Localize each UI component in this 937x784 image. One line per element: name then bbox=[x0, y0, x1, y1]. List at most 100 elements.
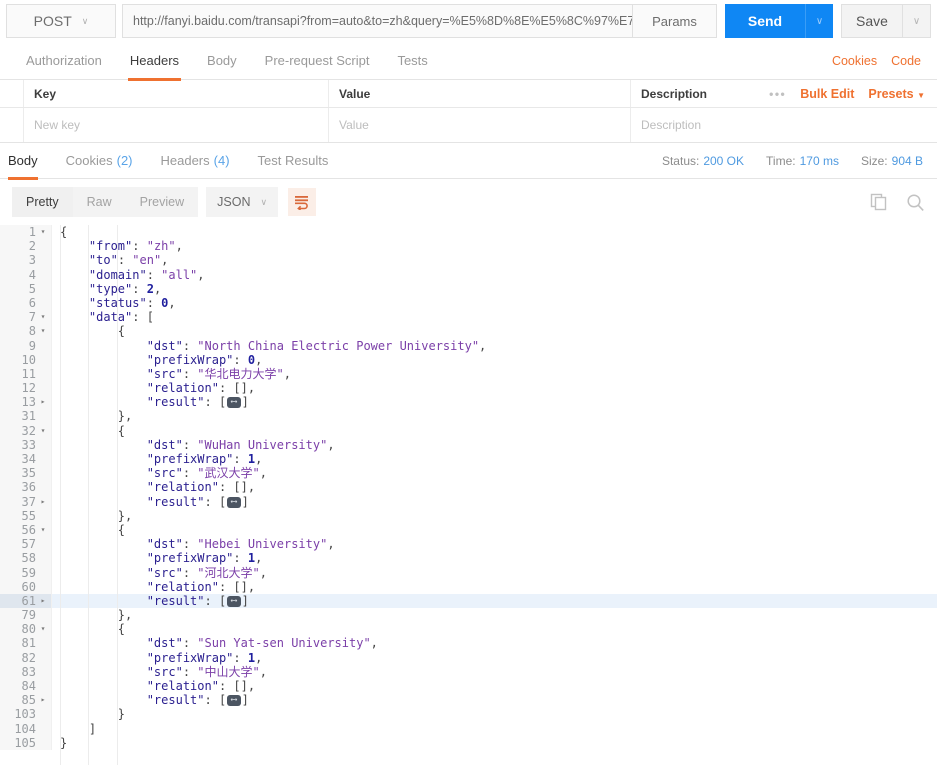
code-token: ] bbox=[241, 593, 249, 608]
code-line: 31 }, bbox=[0, 409, 937, 424]
view-mode-preview[interactable]: Preview bbox=[126, 187, 198, 217]
tab-pre-request-script[interactable]: Pre-request Script bbox=[251, 42, 384, 80]
fold-open-icon[interactable]: ▾ bbox=[39, 622, 47, 636]
code-token: : bbox=[182, 366, 198, 381]
line-number-gutter: 12 bbox=[0, 381, 52, 396]
tab-authorization[interactable]: Authorization bbox=[12, 42, 116, 80]
code-token: "to" bbox=[88, 253, 118, 268]
view-mode-raw[interactable]: Raw bbox=[73, 187, 126, 217]
fold-closed-icon[interactable]: ▸ bbox=[39, 693, 47, 707]
line-number: 58 bbox=[21, 551, 36, 566]
http-method-selector[interactable]: POST ∨ bbox=[6, 4, 116, 38]
code-line-text: } bbox=[52, 736, 937, 750]
save-options-chevron-icon[interactable]: ∨ bbox=[903, 4, 931, 38]
response-tab-body[interactable]: Body bbox=[0, 143, 52, 180]
code-token: 0 bbox=[247, 352, 256, 367]
code-line-text: "prefixWrap": 0, bbox=[52, 353, 937, 367]
line-number: 105 bbox=[14, 735, 36, 750]
code-line: 1 ▾ { bbox=[0, 225, 937, 240]
code-token: { bbox=[117, 423, 126, 438]
fold-open-icon[interactable]: ▾ bbox=[39, 424, 47, 438]
collapsed-fold-badge[interactable]: ⟷ bbox=[227, 595, 241, 607]
params-button[interactable]: Params bbox=[633, 4, 717, 38]
bulk-edit-button[interactable]: Bulk Edit bbox=[800, 87, 854, 101]
column-header-key: Key bbox=[24, 80, 329, 107]
response-tab-headers[interactable]: Headers (4) bbox=[147, 143, 244, 179]
collapsed-fold-badge[interactable]: ⟷ bbox=[227, 397, 241, 409]
line-number-gutter: 34 bbox=[0, 452, 52, 467]
fold-open-icon[interactable]: ▾ bbox=[39, 310, 47, 324]
more-options-icon[interactable]: ••• bbox=[769, 87, 786, 101]
code-token: , bbox=[175, 239, 183, 254]
code-token: , bbox=[255, 352, 263, 367]
code-token: : [], bbox=[218, 579, 256, 594]
new-header-value-input[interactable]: Value bbox=[329, 108, 631, 142]
fold-open-icon[interactable]: ▾ bbox=[39, 324, 47, 338]
request-url-input[interactable]: http://fanyi.baidu.com/transapi?from=aut… bbox=[122, 4, 633, 38]
code-token: , bbox=[255, 650, 263, 665]
send-options-chevron-icon[interactable]: ∨ bbox=[805, 4, 833, 38]
tab-headers[interactable]: Headers bbox=[116, 42, 193, 81]
code-line-text: { bbox=[52, 523, 937, 537]
cookies-link[interactable]: Cookies bbox=[832, 54, 877, 68]
code-line-text: }, bbox=[52, 409, 937, 423]
code-line: 3 "to": "en", bbox=[0, 253, 937, 268]
line-number: 36 bbox=[21, 480, 36, 495]
code-link[interactable]: Code bbox=[891, 54, 921, 68]
fold-closed-icon[interactable]: ▸ bbox=[39, 495, 47, 509]
headers-table-actions: ••• Bulk Edit Presets ▼ bbox=[769, 87, 937, 101]
code-line: 9 "dst": "North China Electric Power Uni… bbox=[0, 338, 937, 353]
line-number-gutter: 59 bbox=[0, 565, 52, 580]
save-group: Save ∨ bbox=[841, 4, 931, 38]
code-line: 33 "dst": "WuHan University", bbox=[0, 437, 937, 452]
response-tab-label: Headers bbox=[160, 153, 210, 168]
tab-body[interactable]: Body bbox=[193, 42, 251, 80]
code-line-text: { bbox=[52, 622, 937, 636]
response-tab-cookies[interactable]: Cookies (2) bbox=[52, 143, 147, 179]
code-token: { bbox=[117, 324, 126, 339]
code-line-text: "data": [ bbox=[52, 310, 937, 324]
code-token: "Hebei University" bbox=[197, 537, 328, 552]
fold-open-icon[interactable]: ▾ bbox=[39, 225, 47, 239]
tab-tests[interactable]: Tests bbox=[383, 42, 441, 80]
response-body-code-viewer[interactable]: 1 ▾{2 "from": "zh", 3 "to": "en", 4 "domain… bbox=[0, 225, 937, 765]
headers-table-new-row: New key Value Description bbox=[0, 108, 937, 142]
word-wrap-toggle[interactable] bbox=[288, 188, 317, 216]
new-header-description-input[interactable]: Description bbox=[631, 108, 937, 142]
line-number: 4 bbox=[28, 267, 36, 282]
fold-closed-icon[interactable]: ▸ bbox=[39, 395, 47, 409]
response-tab-test-results[interactable]: Test Results bbox=[244, 143, 343, 179]
collapsed-fold-badge[interactable]: ⟷ bbox=[227, 695, 241, 707]
new-header-key-input[interactable]: New key bbox=[24, 108, 329, 142]
code-line-text: { bbox=[52, 324, 937, 338]
code-line: 7 ▾ "data": [ bbox=[0, 310, 937, 325]
format-selector[interactable]: JSON ∨ bbox=[206, 187, 279, 217]
send-button[interactable]: Send bbox=[725, 4, 805, 38]
code-line: 4 "domain": "all", bbox=[0, 267, 937, 282]
line-number: 55 bbox=[21, 508, 36, 523]
search-button[interactable] bbox=[906, 193, 925, 212]
save-button[interactable]: Save bbox=[841, 4, 903, 38]
collapsed-fold-badge[interactable]: ⟷ bbox=[227, 496, 241, 508]
fold-open-icon[interactable]: ▾ bbox=[39, 523, 47, 537]
line-number-gutter: 105 bbox=[0, 735, 52, 750]
code-line-text: "type": 2, bbox=[52, 282, 937, 296]
copy-button[interactable] bbox=[870, 193, 888, 211]
line-number-gutter: 55 bbox=[0, 508, 52, 523]
line-number-gutter: 79 bbox=[0, 608, 52, 623]
code-line: 81 "dst": "Sun Yat-sen University", bbox=[0, 636, 937, 651]
code-token: { bbox=[117, 622, 126, 637]
column-header-description-label: Description bbox=[641, 86, 708, 101]
chevron-down-icon: ∨ bbox=[260, 196, 268, 207]
fold-closed-icon[interactable]: ▸ bbox=[39, 594, 47, 608]
line-number-gutter: 32 ▾ bbox=[0, 423, 52, 438]
search-icon bbox=[907, 193, 924, 211]
code-token: "relation" bbox=[146, 579, 219, 594]
presets-dropdown[interactable]: Presets ▼ bbox=[868, 87, 925, 101]
code-line: 85 ▸ "result": [⟷] bbox=[0, 693, 937, 708]
code-line-text: "result": [⟷] bbox=[52, 395, 937, 409]
line-number: 84 bbox=[21, 679, 36, 693]
view-mode-pretty[interactable]: Pretty bbox=[12, 187, 73, 217]
line-number: 81 bbox=[21, 636, 36, 651]
response-body-toolbar: Pretty Raw Preview JSON ∨ bbox=[0, 179, 937, 225]
